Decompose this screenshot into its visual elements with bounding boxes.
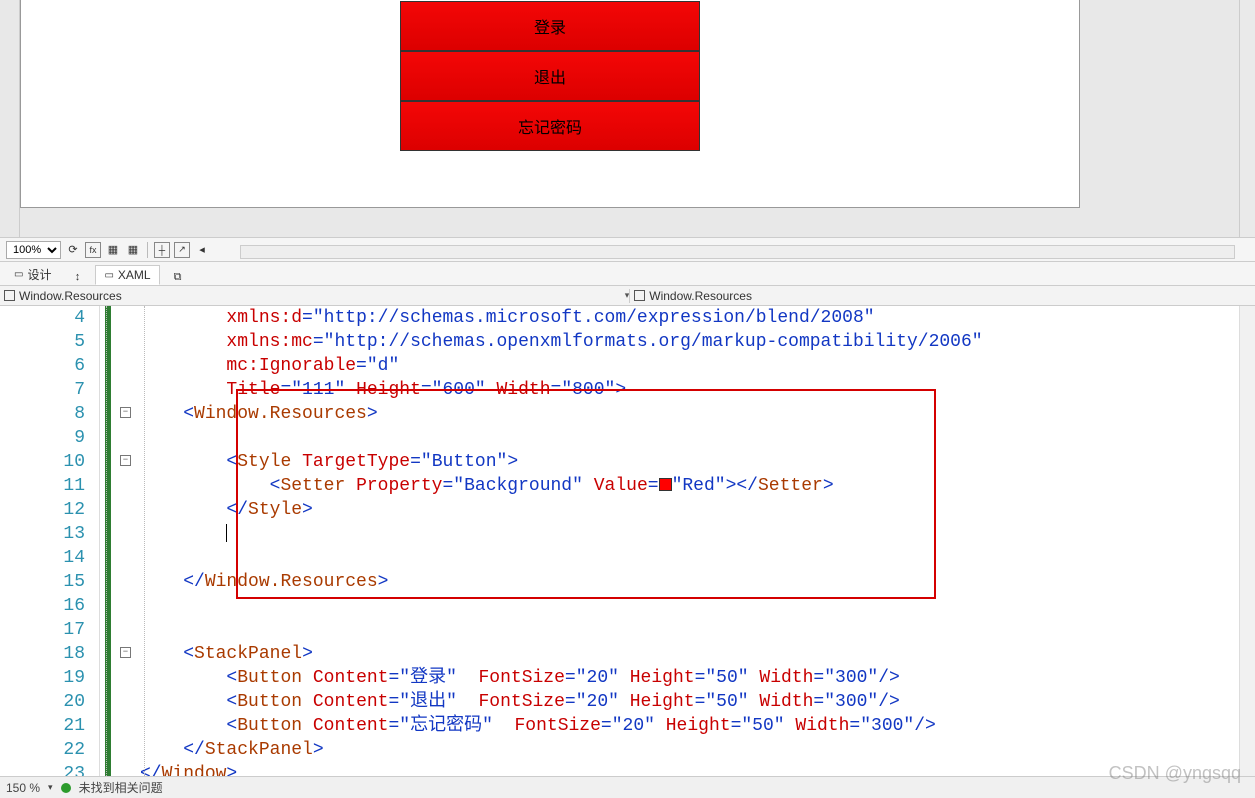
swap-icon[interactable]: ↕ [69, 269, 85, 285]
tab-xaml[interactable]: ▭ XAML [95, 265, 159, 285]
line-number: 14 [0, 546, 85, 570]
line-number: 12 [0, 498, 85, 522]
zoom-select[interactable]: 100% [6, 241, 61, 259]
line-number: 5 [0, 330, 85, 354]
code-line[interactable]: <StackPanel> [140, 642, 1255, 666]
grid2-icon[interactable]: ▦ [125, 242, 141, 258]
code-line[interactable]: <Window.Resources> [140, 402, 1255, 426]
line-number: 20 [0, 690, 85, 714]
line-number: 13 [0, 522, 85, 546]
line-number: 17 [0, 618, 85, 642]
designer-canvas: 登录 退出 忘记密码 [0, 0, 1255, 238]
line-gutter: 4 5 6 7 8 9 10 11 12 13 14 15 16 17 18 1… [0, 306, 100, 776]
preview-button-login[interactable]: 登录 [400, 1, 700, 51]
line-number: 7 [0, 378, 85, 402]
code-line[interactable]: <Button Content="忘记密码" FontSize="20" Hei… [140, 714, 1255, 738]
color-swatch-icon [659, 478, 672, 491]
line-number: 16 [0, 594, 85, 618]
prev-icon[interactable]: ◂ [194, 242, 210, 258]
code-line[interactable]: </Window> [140, 762, 1255, 776]
line-number: 11 [0, 474, 85, 498]
code-line[interactable] [140, 426, 1255, 450]
line-number: 6 [0, 354, 85, 378]
window-preview: 登录 退出 忘记密码 [20, 0, 1080, 208]
line-number: 18 [0, 642, 85, 666]
line-number: 10 [0, 450, 85, 474]
view-tabs: ▭ 设计 ↕ ▭ XAML ⧉ [0, 262, 1255, 286]
line-number: 22 [0, 738, 85, 762]
code-line[interactable]: xmlns:d="http://schemas.microsoft.com/ex… [140, 306, 1255, 330]
line-number: 19 [0, 666, 85, 690]
status-bar: 150 % ▾ 未找到相关问题 [0, 776, 1255, 798]
code-line[interactable] [140, 618, 1255, 642]
line-number: 15 [0, 570, 85, 594]
code-line[interactable]: <Setter Property="Background" Value="Red… [140, 474, 1255, 498]
grid1-icon[interactable]: ▦ [105, 242, 121, 258]
code-line[interactable] [140, 546, 1255, 570]
line-number: 4 [0, 306, 85, 330]
code-line[interactable]: <Button Content="登录" FontSize="20" Heigh… [140, 666, 1255, 690]
preview-button-exit[interactable]: 退出 [400, 51, 700, 101]
preview-button-forgot[interactable]: 忘记密码 [400, 101, 700, 151]
breadcrumb-right-text: Window.Resources [649, 289, 752, 303]
code-line[interactable]: <Style TargetType="Button"> [140, 450, 1255, 474]
line-number: 23 [0, 762, 85, 776]
horizontal-scrollbar[interactable] [240, 245, 1235, 259]
tab-design-label: 设计 [27, 266, 51, 283]
button-stack: 登录 退出 忘记密码 [400, 1, 700, 151]
code-line[interactable]: <Button Content="退出" FontSize="20" Heigh… [140, 690, 1255, 714]
editor-vertical-scrollbar[interactable] [1239, 306, 1255, 776]
designer-toolbar: 100% ⟳ fx ▦ ▦ ┼ ↗ ◂ [0, 238, 1255, 262]
line-number: 21 [0, 714, 85, 738]
popout-icon[interactable]: ↗ [174, 242, 190, 258]
code-area[interactable]: xmlns:d="http://schemas.microsoft.com/ex… [100, 306, 1255, 776]
text-caret [226, 524, 227, 542]
code-line[interactable] [140, 522, 1255, 546]
element-icon [4, 290, 15, 301]
element-icon [634, 290, 645, 301]
breadcrumb-left-text: Window.Resources [19, 289, 122, 303]
zoom-label[interactable]: 150 % [6, 781, 40, 795]
canvas[interactable]: 登录 退出 忘记密码 [20, 0, 1239, 237]
scrollbar-vertical[interactable] [1239, 0, 1255, 237]
snap-icon[interactable]: ┼ [154, 242, 170, 258]
status-ok-icon [61, 783, 71, 793]
separator [147, 242, 148, 258]
popout2-icon[interactable]: ⧉ [170, 269, 186, 285]
breadcrumb-bar: Window.Resources ▾ Window.Resources [0, 286, 1255, 306]
ruler-vertical [0, 0, 20, 237]
issues-text[interactable]: 未找到相关问题 [79, 779, 163, 796]
line-number: 8 [0, 402, 85, 426]
breadcrumb-right[interactable]: Window.Resources [629, 289, 1255, 303]
code-line[interactable]: mc:Ignorable="d" [140, 354, 1255, 378]
code-line[interactable]: </Style> [140, 498, 1255, 522]
code-line[interactable]: xmlns:mc="http://schemas.openxmlformats.… [140, 330, 1255, 354]
line-number: 9 [0, 426, 85, 450]
tab-design[interactable]: ▭ 设计 [6, 264, 59, 285]
breadcrumb-left[interactable]: Window.Resources [0, 289, 625, 303]
code-line[interactable]: Title="111" Height="600" Width="800"> [140, 378, 1255, 402]
xaml-tab-icon: ▭ [104, 270, 113, 281]
code-line[interactable]: </Window.Resources> [140, 570, 1255, 594]
design-tab-icon: ▭ [14, 269, 23, 280]
refresh-icon[interactable]: ⟳ [65, 242, 81, 258]
fx-icon[interactable]: fx [85, 242, 101, 258]
code-line[interactable] [140, 594, 1255, 618]
code-editor[interactable]: 4 5 6 7 8 9 10 11 12 13 14 15 16 17 18 1… [0, 306, 1255, 776]
indent-guide [144, 306, 145, 776]
tab-xaml-label: XAML [118, 268, 151, 282]
indent-guide [106, 306, 107, 776]
code-line[interactable]: </StackPanel> [140, 738, 1255, 762]
